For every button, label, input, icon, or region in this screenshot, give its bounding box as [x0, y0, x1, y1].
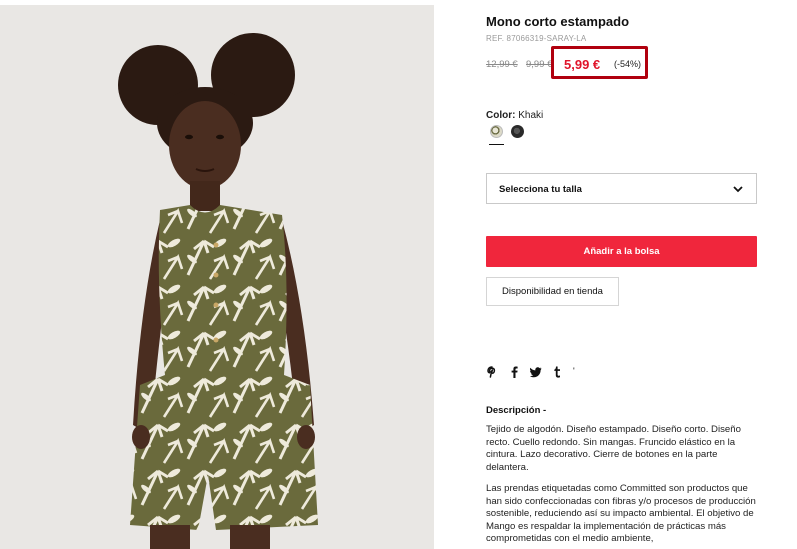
- product-reference: REF. 87066319-SARAY-LA: [486, 34, 587, 43]
- product-image[interactable]: [0, 5, 434, 549]
- description-heading[interactable]: Descripción -: [486, 405, 546, 416]
- tumblr-icon[interactable]: [553, 366, 561, 381]
- discount-badge: (-54%): [614, 59, 642, 69]
- color-label-key: Color:: [486, 110, 516, 121]
- product-title: Mono corto estampado: [486, 14, 630, 29]
- size-select[interactable]: Selecciona tu talla: [486, 173, 757, 204]
- color-swatch-khaki[interactable]: [490, 125, 503, 138]
- current-price: 5,99 €: [564, 57, 601, 72]
- size-select-label: Selecciona tu talla: [499, 184, 582, 195]
- price-highlight-box: 5,99 € (-54%): [551, 46, 648, 79]
- previous-price: 9,99 €: [526, 59, 553, 70]
- more-icon[interactable]: ': [573, 366, 575, 376]
- chevron-down-icon: [732, 182, 744, 200]
- description-paragraph-2: Las prendas etiquetadas como Committed s…: [486, 483, 756, 545]
- pinterest-icon[interactable]: [487, 366, 497, 381]
- add-to-bag-button[interactable]: Añadir a la bolsa: [486, 236, 757, 267]
- selected-swatch-indicator: [489, 144, 504, 145]
- twitter-icon[interactable]: [530, 366, 542, 381]
- color-value: Khaki: [518, 110, 544, 121]
- color-swatch-dark[interactable]: [511, 125, 524, 138]
- facebook-icon[interactable]: [510, 366, 518, 381]
- color-label: Color: Khaki: [486, 110, 543, 121]
- store-availability-button[interactable]: Disponibilidad en tienda: [486, 277, 619, 306]
- description-paragraph-1: Tejido de algodón. Diseño estampado. Dis…: [486, 424, 741, 473]
- original-price: 12,99 €: [486, 59, 518, 70]
